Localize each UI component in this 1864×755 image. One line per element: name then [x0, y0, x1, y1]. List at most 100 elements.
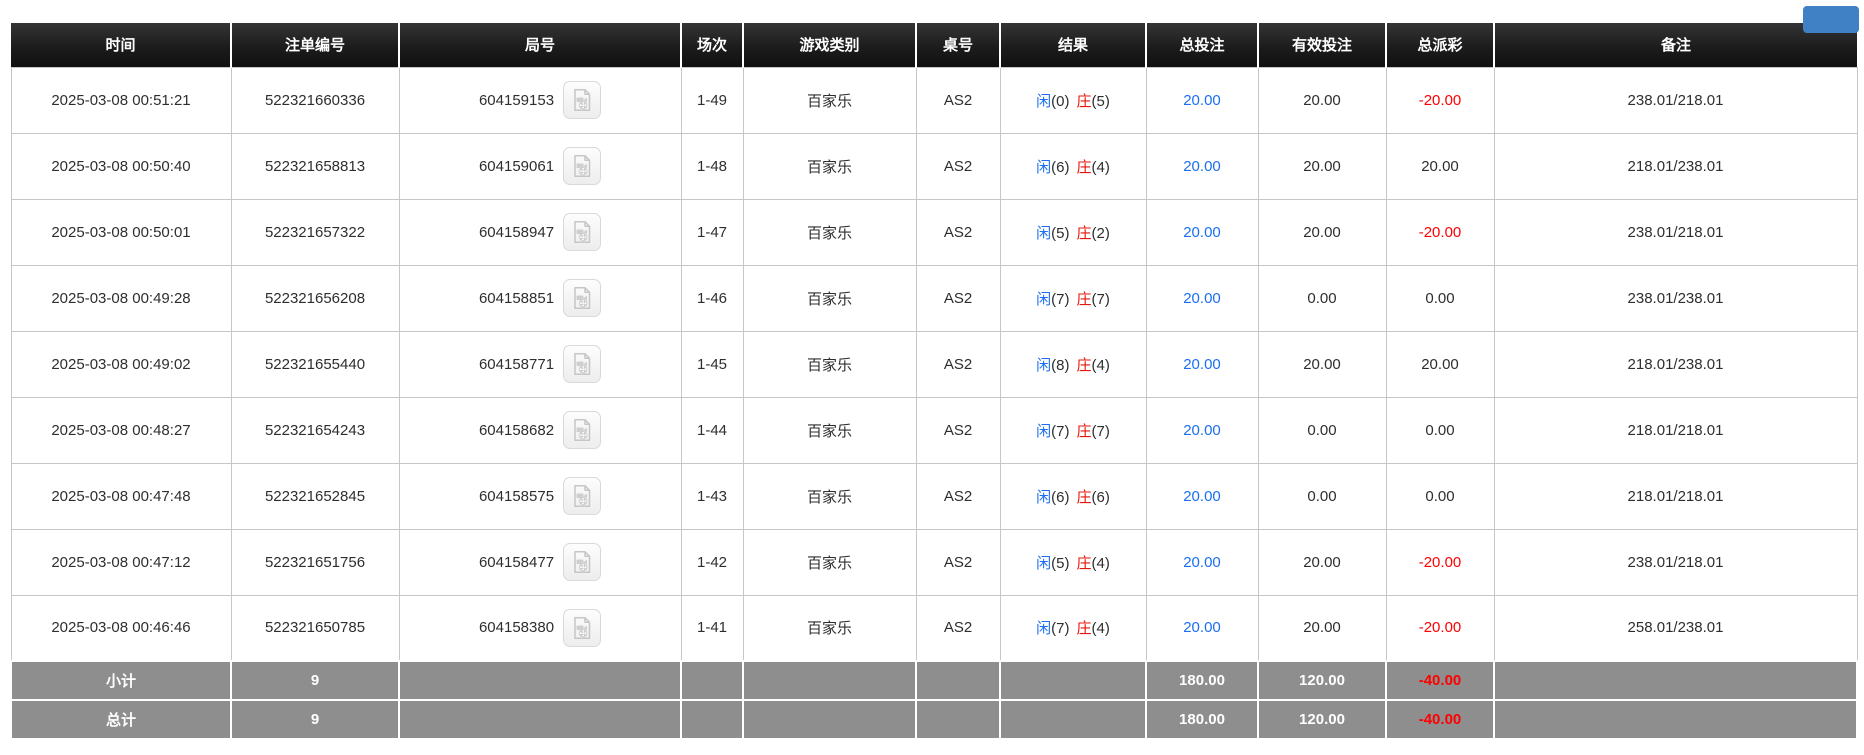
col-header-total-payout: 总派彩: [1385, 23, 1494, 67]
cell-remark: 238.01/218.01: [1493, 198, 1858, 266]
col-header-session: 场次: [680, 23, 743, 67]
subtotal-label: 小计: [10, 660, 232, 701]
video-file-icon: [574, 221, 591, 243]
banker-score: (4): [1091, 554, 1110, 572]
cell-total-payout: 20.00: [1385, 330, 1495, 398]
round-number: 604158575: [478, 487, 555, 505]
cell-game-type: 百家乐: [742, 198, 917, 266]
cell-empty: [999, 699, 1147, 740]
cell-bet-number: 522321660336: [230, 66, 400, 134]
video-replay-button[interactable]: [563, 147, 602, 185]
cell-total-bet: 20.00: [1145, 132, 1259, 200]
cell-time: 2025-03-08 00:49:02: [10, 330, 232, 398]
grand-total-valid-bet: 120.00: [1257, 699, 1387, 740]
round-number: 604159153: [478, 91, 555, 109]
round-number: 604158771: [478, 355, 555, 373]
cell-game-type: 百家乐: [742, 132, 917, 200]
cell-remark: 218.01/218.01: [1493, 462, 1858, 530]
video-replay-button[interactable]: [563, 213, 602, 251]
video-replay-button[interactable]: [563, 279, 602, 317]
cell-total-bet: 20.00: [1145, 528, 1259, 596]
cell-total-bet: 20.00: [1145, 330, 1259, 398]
subtotal-count: 9: [230, 660, 400, 701]
bet-records-table: 时间 注单编号 局号 场次 游戏类别 桌号 结果 总投注 有效投注 总派彩 备注…: [10, 23, 1858, 740]
video-replay-button[interactable]: [563, 411, 602, 449]
top-right-partial-button[interactable]: [1803, 6, 1859, 33]
cell-result: 闲(7) 庄(7): [999, 396, 1147, 464]
player-score: (8): [1051, 356, 1070, 374]
cell-round-number: 604158771: [398, 330, 682, 398]
cell-table-number: AS2: [915, 462, 1001, 530]
table-row: 2025-03-08 00:47:48 522321652845 6041585…: [10, 462, 1858, 530]
cell-remark: 238.01/238.01: [1493, 264, 1858, 332]
cell-empty: [680, 660, 744, 701]
banker-label: 庄: [1076, 488, 1092, 506]
cell-session: 1-43: [680, 462, 744, 530]
banker-score: (7): [1091, 422, 1110, 440]
cell-result: 闲(7) 庄(7): [999, 264, 1147, 332]
video-replay-button[interactable]: [563, 608, 602, 647]
video-file-icon: [574, 419, 591, 441]
cell-round-number: 604159061: [398, 132, 682, 200]
cell-empty: [999, 660, 1147, 701]
table-row: 2025-03-08 00:50:01 522321657322 6041589…: [10, 198, 1858, 266]
grand-total-total-bet: 180.00: [1145, 699, 1259, 740]
cell-empty: [1493, 660, 1858, 701]
round-number: 604158947: [478, 223, 555, 241]
col-header-round-number: 局号: [398, 23, 681, 67]
video-file-icon: [574, 353, 591, 375]
player-label: 闲: [1036, 620, 1052, 638]
video-replay-button[interactable]: [563, 345, 602, 383]
video-file-icon: [574, 89, 591, 111]
cell-time: 2025-03-08 00:47:12: [10, 528, 232, 596]
cell-table-number: AS2: [915, 198, 1001, 266]
video-replay-button[interactable]: [563, 477, 602, 515]
cell-round-number: 604158575: [398, 462, 682, 530]
cell-game-type: 百家乐: [742, 462, 917, 530]
player-score: (7): [1051, 290, 1070, 308]
cell-valid-bet: 0.00: [1257, 264, 1387, 332]
video-replay-button[interactable]: [563, 81, 602, 119]
video-file-icon: [574, 155, 591, 177]
cell-total-payout: 0.00: [1385, 462, 1495, 530]
cell-round-number: 604158380: [398, 594, 682, 662]
video-replay-button[interactable]: [563, 543, 602, 581]
player-score: (6): [1051, 158, 1070, 176]
cell-empty: [742, 660, 917, 701]
banker-score: (4): [1091, 158, 1110, 176]
cell-round-number: 604158477: [398, 528, 682, 596]
cell-remark: 238.01/218.01: [1493, 66, 1858, 134]
cell-valid-bet: 20.00: [1257, 528, 1387, 596]
table-row: 2025-03-08 00:46:46 522321650785 6041583…: [10, 594, 1858, 662]
cell-total-payout: -20.00: [1385, 528, 1495, 596]
cell-empty: [398, 699, 682, 740]
cell-game-type: 百家乐: [742, 66, 917, 134]
cell-session: 1-49: [680, 66, 744, 134]
cell-table-number: AS2: [915, 594, 1001, 662]
player-label: 闲: [1036, 422, 1052, 440]
player-label: 闲: [1036, 92, 1052, 110]
cell-result: 闲(6) 庄(4): [999, 132, 1147, 200]
round-number: 604158477: [478, 553, 555, 571]
cell-time: 2025-03-08 00:51:21: [10, 66, 232, 134]
cell-result: 闲(6) 庄(6): [999, 462, 1147, 530]
banker-score: (6): [1091, 488, 1110, 506]
banker-label: 庄: [1076, 224, 1092, 242]
col-header-time: 时间: [11, 23, 231, 67]
player-score: (7): [1051, 422, 1070, 440]
cell-time: 2025-03-08 00:49:28: [10, 264, 232, 332]
cell-total-bet: 20.00: [1145, 594, 1259, 662]
round-number: 604158851: [478, 289, 555, 307]
grand-total-count: 9: [230, 699, 400, 740]
cell-table-number: AS2: [915, 66, 1001, 134]
cell-time: 2025-03-08 00:48:27: [10, 396, 232, 464]
video-file-icon: [574, 287, 591, 309]
player-score: (6): [1051, 488, 1070, 506]
round-number: 604159061: [478, 157, 555, 175]
cell-bet-number: 522321655440: [230, 330, 400, 398]
player-score: (0): [1051, 92, 1070, 110]
cell-time: 2025-03-08 00:50:01: [10, 198, 232, 266]
col-header-table-number: 桌号: [915, 23, 1000, 67]
cell-remark: 218.01/218.01: [1493, 396, 1858, 464]
cell-empty: [1493, 699, 1858, 740]
